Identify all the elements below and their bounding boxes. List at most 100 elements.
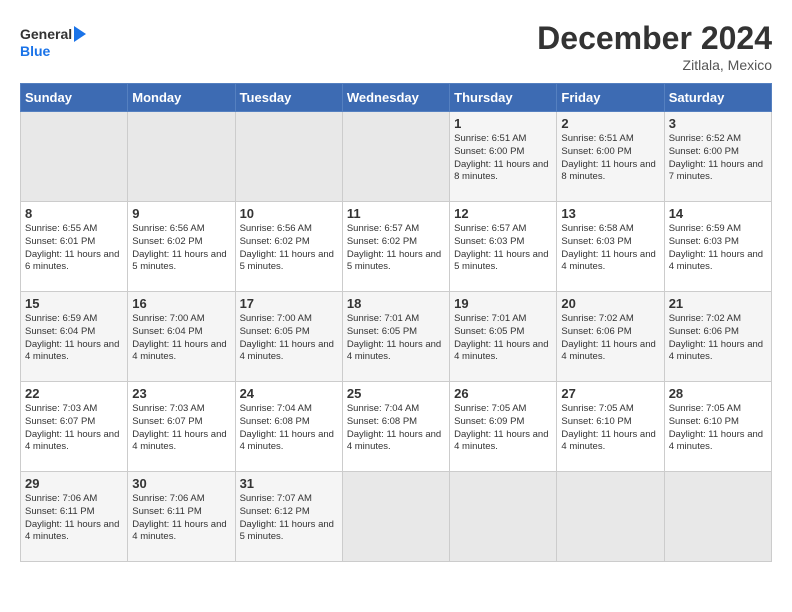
day-info: Sunrise: 7:02 AMSunset: 6:06 PMDaylight:… xyxy=(669,313,767,364)
day-number: 20 xyxy=(561,296,659,311)
day-number: 19 xyxy=(454,296,552,311)
day-number: 12 xyxy=(454,206,552,221)
calendar-cell xyxy=(128,112,235,202)
day-header-monday: Monday xyxy=(128,84,235,112)
calendar-cell xyxy=(342,112,449,202)
day-info: Sunrise: 7:00 AMSunset: 6:04 PMDaylight:… xyxy=(132,313,230,364)
day-info: Sunrise: 7:04 AMSunset: 6:08 PMDaylight:… xyxy=(240,403,338,454)
day-number: 17 xyxy=(240,296,338,311)
calendar-cell: 24 Sunrise: 7:04 AMSunset: 6:08 PMDayligh… xyxy=(235,382,342,472)
month-title: December 2024 xyxy=(537,20,772,57)
logo-text: General Blue xyxy=(20,26,86,60)
calendar-cell: 22Sunrise: 7:03 AMSunset: 6:07 PMDayligh… xyxy=(21,382,128,472)
calendar-cell: 16 Sunrise: 7:00 AMSunset: 6:04 PMDayligh… xyxy=(128,292,235,382)
day-info: Sunrise: 6:51 AMSunset: 6:00 PMDaylight:… xyxy=(561,133,659,184)
day-number: 31 xyxy=(240,476,338,491)
calendar-week-row: 29 Sunrise: 7:06 AMSunset: 6:11 PMDayligh… xyxy=(21,472,772,562)
day-info: Sunrise: 6:56 AMSunset: 6:02 PMDaylight:… xyxy=(132,223,230,274)
logo-arrow-icon xyxy=(74,26,86,42)
day-number: 13 xyxy=(561,206,659,221)
day-number: 14 xyxy=(669,206,767,221)
calendar-table: SundayMondayTuesdayWednesdayThursdayFrid… xyxy=(20,83,772,562)
day-info: Sunrise: 6:55 AMSunset: 6:01 PMDaylight:… xyxy=(25,223,123,274)
day-info: Sunrise: 6:58 AMSunset: 6:03 PMDaylight:… xyxy=(561,223,659,274)
calendar-cell: 1Sunrise: 6:51 AMSunset: 6:00 PMDaylight… xyxy=(450,112,557,202)
calendar-cell: 15 Sunrise: 6:59 AMSunset: 6:04 PMDayligh… xyxy=(21,292,128,382)
logo-blue: Blue xyxy=(20,43,86,60)
calendar-cell xyxy=(235,112,342,202)
day-info: Sunrise: 7:05 AMSunset: 6:10 PMDaylight:… xyxy=(561,403,659,454)
day-number: 16 xyxy=(132,296,230,311)
calendar-cell: 28 Sunrise: 7:05 AMSunset: 6:10 PMDayligh… xyxy=(664,382,771,472)
calendar-cell: 11Sunrise: 6:57 AMSunset: 6:02 PMDayligh… xyxy=(342,202,449,292)
day-info: Sunrise: 7:01 AMSunset: 6:05 PMDaylight:… xyxy=(347,313,445,364)
day-number: 22 xyxy=(25,386,123,401)
calendar-cell xyxy=(450,472,557,562)
calendar-cell: 17 Sunrise: 7:00 AMSunset: 6:05 PMDayligh… xyxy=(235,292,342,382)
day-info: Sunrise: 7:00 AMSunset: 6:05 PMDaylight:… xyxy=(240,313,338,364)
calendar-cell xyxy=(342,472,449,562)
calendar-cell: 27 Sunrise: 7:05 AMSunset: 6:10 PMDayligh… xyxy=(557,382,664,472)
calendar-cell: 25Sunrise: 7:04 AMSunset: 6:08 PMDayligh… xyxy=(342,382,449,472)
calendar-cell: 3Sunrise: 6:52 AMSunset: 6:00 PMDaylight… xyxy=(664,112,771,202)
calendar-cell: 19 Sunrise: 7:01 AMSunset: 6:05 PMDayligh… xyxy=(450,292,557,382)
day-info: Sunrise: 7:07 AMSunset: 6:12 PMDaylight:… xyxy=(240,493,338,544)
calendar-cell: 23 Sunrise: 7:03 AMSunset: 6:07 PMDayligh… xyxy=(128,382,235,472)
day-number: 18 xyxy=(347,296,445,311)
day-number: 26 xyxy=(454,386,552,401)
calendar-week-row: 8 Sunrise: 6:55 AMSunset: 6:01 PMDaylight… xyxy=(21,202,772,292)
day-number: 24 xyxy=(240,386,338,401)
day-info: Sunrise: 6:52 AMSunset: 6:00 PMDaylight:… xyxy=(669,133,767,184)
day-info: Sunrise: 7:05 AMSunset: 6:10 PMDaylight:… xyxy=(669,403,767,454)
location-subtitle: Zitlala, Mexico xyxy=(537,57,772,73)
calendar-week-row: 1 Sunrise: 6:51 AMSunset: 6:00 PMDaylight… xyxy=(21,112,772,202)
day-number: 30 xyxy=(132,476,230,491)
day-info: Sunrise: 7:01 AMSunset: 6:05 PMDaylight:… xyxy=(454,313,552,364)
calendar-cell: 20Sunrise: 7:02 AMSunset: 6:06 PMDayligh… xyxy=(557,292,664,382)
day-info: Sunrise: 7:05 AMSunset: 6:09 PMDaylight:… xyxy=(454,403,552,454)
calendar-cell: 29Sunrise: 7:06 AMSunset: 6:11 PMDayligh… xyxy=(21,472,128,562)
calendar-cell: 18 Sunrise: 7:01 AMSunset: 6:05 PMDayligh… xyxy=(342,292,449,382)
calendar-cell: 10 Sunrise: 6:56 AMSunset: 6:02 PMDayligh… xyxy=(235,202,342,292)
day-info: Sunrise: 7:03 AMSunset: 6:07 PMDaylight:… xyxy=(132,403,230,454)
day-number: 21 xyxy=(669,296,767,311)
day-info: Sunrise: 6:57 AMSunset: 6:03 PMDaylight:… xyxy=(454,223,552,274)
day-info: Sunrise: 6:57 AMSunset: 6:02 PMDaylight:… xyxy=(347,223,445,274)
calendar-cell: 26 Sunrise: 7:05 AMSunset: 6:09 PMDayligh… xyxy=(450,382,557,472)
day-number: 23 xyxy=(132,386,230,401)
title-block: December 2024 Zitlala, Mexico xyxy=(537,20,772,73)
day-info: Sunrise: 7:06 AMSunset: 6:11 PMDaylight:… xyxy=(132,493,230,544)
calendar-cell: 12 Sunrise: 6:57 AMSunset: 6:03 PMDayligh… xyxy=(450,202,557,292)
day-info: Sunrise: 6:56 AMSunset: 6:02 PMDaylight:… xyxy=(240,223,338,274)
calendar-cell: 14 Sunrise: 6:59 AMSunset: 6:03 PMDayligh… xyxy=(664,202,771,292)
day-header-wednesday: Wednesday xyxy=(342,84,449,112)
calendar-cell: 30 Sunrise: 7:06 AMSunset: 6:11 PMDayligh… xyxy=(128,472,235,562)
day-header-friday: Friday xyxy=(557,84,664,112)
day-header-sunday: Sunday xyxy=(21,84,128,112)
page-header: General Blue December 2024 Zitlala, Mexi… xyxy=(20,20,772,73)
calendar-cell xyxy=(21,112,128,202)
logo-general: General xyxy=(20,26,72,43)
day-number: 28 xyxy=(669,386,767,401)
logo: General Blue xyxy=(20,20,110,65)
day-number: 10 xyxy=(240,206,338,221)
calendar-cell: 21 Sunrise: 7:02 AMSunset: 6:06 PMDayligh… xyxy=(664,292,771,382)
day-number: 9 xyxy=(132,206,230,221)
calendar-cell: 13 Sunrise: 6:58 AMSunset: 6:03 PMDayligh… xyxy=(557,202,664,292)
day-number: 29 xyxy=(25,476,123,491)
calendar-header-row: SundayMondayTuesdayWednesdayThursdayFrid… xyxy=(21,84,772,112)
calendar-cell: 2 Sunrise: 6:51 AMSunset: 6:00 PMDaylight… xyxy=(557,112,664,202)
day-number: 8 xyxy=(25,206,123,221)
calendar-cell: 8 Sunrise: 6:55 AMSunset: 6:01 PMDaylight… xyxy=(21,202,128,292)
day-number: 2 xyxy=(561,116,659,131)
day-header-tuesday: Tuesday xyxy=(235,84,342,112)
calendar-cell xyxy=(557,472,664,562)
calendar-cell xyxy=(664,472,771,562)
day-info: Sunrise: 6:59 AMSunset: 6:03 PMDaylight:… xyxy=(669,223,767,274)
day-info: Sunrise: 6:59 AMSunset: 6:04 PMDaylight:… xyxy=(25,313,123,364)
day-number: 1 xyxy=(454,116,552,131)
day-number: 25 xyxy=(347,386,445,401)
day-number: 27 xyxy=(561,386,659,401)
calendar-week-row: 15 Sunrise: 6:59 AMSunset: 6:04 PMDayligh… xyxy=(21,292,772,382)
day-number: 15 xyxy=(25,296,123,311)
